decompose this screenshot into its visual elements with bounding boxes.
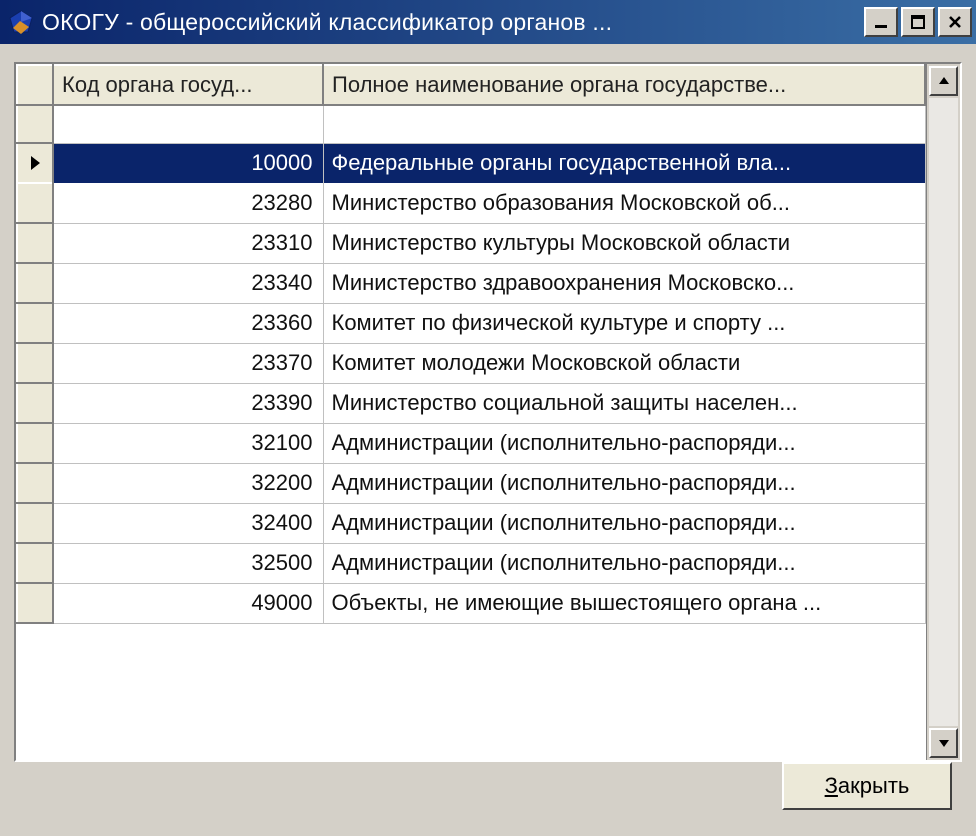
filter-row[interactable] (17, 105, 925, 143)
cell-name[interactable]: Администрации (исполнительно-распоряди..… (323, 503, 925, 543)
filter-gutter (17, 105, 53, 143)
cell-name[interactable]: Министерство образования Московской об..… (323, 183, 925, 223)
data-grid[interactable]: Код органа госуд... Полное наименование … (14, 62, 962, 762)
cell-name[interactable]: Объекты, не имеющие вышестоящего органа … (323, 583, 925, 623)
cell-name[interactable]: Министерство культуры Московской области (323, 223, 925, 263)
table-row[interactable]: 23340Министерство здравоохранения Москов… (17, 263, 925, 303)
cell-code[interactable]: 23340 (53, 263, 323, 303)
table-row[interactable]: 23310Министерство культуры Московской об… (17, 223, 925, 263)
cell-name[interactable]: Администрации (исполнительно-распоряди..… (323, 463, 925, 503)
cell-code[interactable]: 32200 (53, 463, 323, 503)
row-gutter (17, 143, 53, 183)
header-gutter (17, 65, 53, 105)
row-gutter (17, 263, 53, 303)
filter-code-cell[interactable] (53, 105, 323, 143)
table-row[interactable]: 23280Министерство образования Московской… (17, 183, 925, 223)
table-row[interactable]: 32500Администрации (исполнительно-распор… (17, 543, 925, 583)
cell-code[interactable]: 10000 (53, 143, 323, 183)
row-gutter (17, 343, 53, 383)
table-row[interactable]: 32100Администрации (исполнительно-распор… (17, 423, 925, 463)
row-gutter (17, 223, 53, 263)
table-row[interactable]: 10000Федеральные органы государственной … (17, 143, 925, 183)
minimize-button[interactable] (864, 7, 898, 37)
row-gutter (17, 463, 53, 503)
cell-code[interactable]: 49000 (53, 583, 323, 623)
scroll-up-button[interactable] (929, 66, 958, 96)
close-button-rest: акрыть (838, 773, 909, 799)
close-button-accel: З (825, 773, 838, 799)
cell-name[interactable]: Комитет по физической культуре и спорту … (323, 303, 925, 343)
row-gutter (17, 583, 53, 623)
scroll-down-button[interactable] (929, 728, 958, 758)
cell-code[interactable]: 32400 (53, 503, 323, 543)
cell-name[interactable]: Комитет молодежи Московской области (323, 343, 925, 383)
row-gutter (17, 183, 53, 223)
table-row[interactable]: 49000Объекты, не имеющие вышестоящего ор… (17, 583, 925, 623)
cell-name[interactable]: Администрации (исполнительно-распоряди..… (323, 423, 925, 463)
cell-code[interactable]: 23390 (53, 383, 323, 423)
titlebar: ОКОГУ - общероссийский классификатор орг… (0, 0, 976, 44)
cell-code[interactable]: 23360 (53, 303, 323, 343)
cell-code[interactable]: 23280 (53, 183, 323, 223)
close-button[interactable]: Закрыть (782, 762, 952, 810)
table-row[interactable]: 32400Администрации (исполнительно-распор… (17, 503, 925, 543)
cell-code[interactable]: 23310 (53, 223, 323, 263)
window-title: ОКОГУ - общероссийский классификатор орг… (42, 9, 864, 36)
scroll-track[interactable] (929, 98, 958, 726)
row-pointer-icon (31, 156, 40, 170)
cell-name[interactable]: Министерство здравоохранения Московско..… (323, 263, 925, 303)
table-row[interactable]: 23360Комитет по физической культуре и сп… (17, 303, 925, 343)
client-area: Код органа госуд... Полное наименование … (0, 44, 976, 836)
row-gutter (17, 543, 53, 583)
cell-name[interactable]: Федеральные органы государственной вла..… (323, 143, 925, 183)
row-gutter (17, 423, 53, 463)
row-gutter (17, 383, 53, 423)
filter-name-cell[interactable] (323, 105, 925, 143)
cell-code[interactable]: 32100 (53, 423, 323, 463)
cell-code[interactable]: 32500 (53, 543, 323, 583)
header-name[interactable]: Полное наименование органа государстве..… (323, 65, 925, 105)
table-row[interactable]: 23370Комитет молодежи Московской области (17, 343, 925, 383)
table-row[interactable]: 23390Министерство социальной защиты насе… (17, 383, 925, 423)
header-code[interactable]: Код органа госуд... (53, 65, 323, 105)
cell-code[interactable]: 23370 (53, 343, 323, 383)
row-gutter (17, 303, 53, 343)
maximize-button[interactable] (901, 7, 935, 37)
vertical-scrollbar[interactable] (926, 64, 960, 760)
close-window-button[interactable] (938, 7, 972, 37)
table-row[interactable]: 32200Администрации (исполнительно-распор… (17, 463, 925, 503)
row-gutter (17, 503, 53, 543)
header-row: Код органа госуд... Полное наименование … (17, 65, 925, 105)
cell-name[interactable]: Министерство социальной защиты населен..… (323, 383, 925, 423)
cell-name[interactable]: Администрации (исполнительно-распоряди..… (323, 543, 925, 583)
app-icon (6, 7, 36, 37)
